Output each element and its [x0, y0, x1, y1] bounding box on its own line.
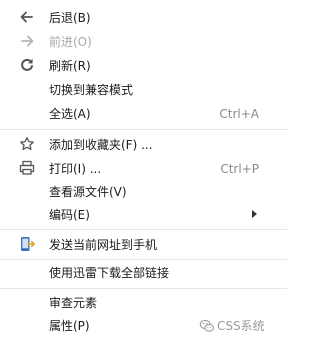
menu-item-add-favorite-label: 添加到收藏夹(F) ...: [49, 138, 153, 152]
menu-separator: [0, 288, 287, 289]
menu-item-compat-mode[interactable]: 切换到兼容模式: [0, 79, 287, 101]
arrow-right-icon: [21, 35, 34, 47]
wechat-icon: [199, 319, 214, 332]
print-shortcut: Ctrl+P: [220, 162, 259, 176]
menu-item-send-to-phone-label: 发送当前网址到手机: [49, 238, 158, 252]
menu-item-properties-label: 属性(P): [49, 319, 90, 333]
menu-item-print[interactable]: 打印(I) ... Ctrl+P: [0, 158, 287, 180]
menu-item-back-label: 后退(B): [49, 11, 91, 25]
watermark: CSS系统: [199, 317, 283, 335]
watermark-text: CSS系统: [217, 319, 265, 333]
arrow-left-icon: [20, 11, 33, 23]
menu-item-inspect[interactable]: 审查元素: [0, 292, 287, 314]
menu-item-view-source[interactable]: 查看源文件(V): [0, 181, 287, 203]
menu-item-encoding-label: 编码(E): [49, 208, 90, 222]
menu-item-refresh-label: 刷新(R): [49, 59, 91, 73]
menu-item-forward[interactable]: 前进(O): [0, 31, 287, 53]
menu-item-print-label: 打印(I) ...: [49, 162, 102, 176]
menu-item-view-source-label: 查看源文件(V): [49, 185, 127, 199]
refresh-icon: [21, 58, 33, 71]
menu-item-send-to-phone[interactable]: 发送当前网址到手机: [0, 234, 287, 256]
menu-item-forward-label: 前进(O): [49, 35, 92, 49]
phone-icon: [21, 237, 35, 251]
menu-item-add-favorite[interactable]: 添加到收藏夹(F) ...: [0, 134, 287, 156]
star-icon: [20, 136, 34, 151]
menu-item-back[interactable]: 后退(B): [0, 7, 287, 29]
select-all-shortcut: Ctrl+A: [219, 107, 259, 121]
menu-separator: [0, 229, 287, 230]
menu-item-xunlei-download-label: 使用迅雷下载全部链接: [49, 266, 170, 280]
menu-separator: [0, 129, 287, 130]
menu-item-inspect-label: 审查元素: [49, 296, 98, 310]
menu-item-xunlei-download[interactable]: 使用迅雷下载全部链接: [0, 262, 287, 284]
menu-item-select-all[interactable]: 全选(A) Ctrl+A: [0, 103, 287, 125]
printer-icon: [19, 160, 35, 175]
context-menu: 后退(B) 前进(O) 刷新(R) 切换到兼容模式 全选(A) Ctrl+A 添…: [0, 0, 287, 342]
menu-item-compat-mode-label: 切换到兼容模式: [49, 83, 134, 97]
menu-item-refresh[interactable]: 刷新(R): [0, 55, 287, 77]
menu-separator: [0, 259, 287, 260]
submenu-arrow-icon: [252, 210, 257, 218]
menu-item-encoding[interactable]: 编码(E): [0, 204, 287, 226]
menu-item-select-all-label: 全选(A): [49, 107, 91, 121]
